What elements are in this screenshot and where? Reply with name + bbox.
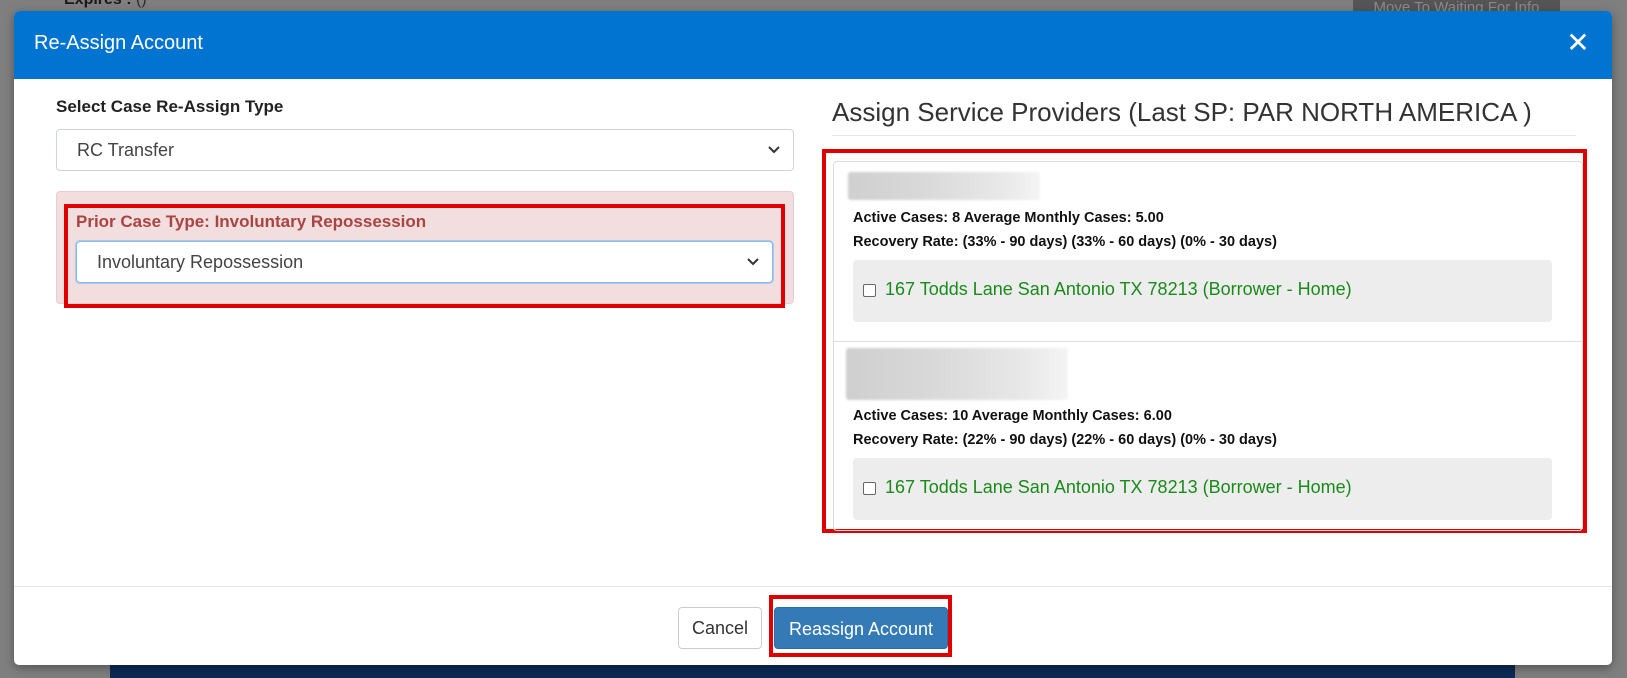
address-label: 167 Todds Lane San Antonio TX 78213 (Bor… (885, 477, 1352, 497)
modal-header: Re-Assign Account ✕ (14, 11, 1612, 79)
provider-name-blurred (846, 348, 1068, 400)
background-bar (110, 664, 1515, 678)
close-icon[interactable]: ✕ (1564, 25, 1592, 61)
reassign-type-label: Select Case Re-Assign Type (56, 97, 284, 116)
address-option[interactable]: 167 Todds Lane San Antonio TX 78213 (Bor… (853, 260, 1552, 322)
address-label: 167 Todds Lane San Antonio TX 78213 (Bor… (885, 279, 1352, 299)
service-provider-item: Active Cases: 8 Average Monthly Cases: 5… (834, 162, 1582, 342)
provider-stats: Active Cases: 8 Average Monthly Cases: 5… (853, 210, 1164, 226)
cancel-button[interactable]: Cancel (678, 607, 762, 649)
expires-label-text: Expires : (64, 0, 132, 8)
provider-recovery-rate: Recovery Rate: (22% - 90 days) (22% - 60… (853, 432, 1277, 448)
prior-case-select[interactable]: Involuntary Repossession (76, 241, 773, 283)
service-provider-item: Active Cases: 10 Average Monthly Cases: … (834, 342, 1582, 530)
service-providers-title: Assign Service Providers (Last SP: PAR N… (832, 97, 1532, 127)
address-checkbox[interactable] (863, 482, 876, 495)
service-provider-list[interactable]: Active Cases: 8 Average Monthly Cases: 5… (833, 161, 1583, 531)
reassign-type-select[interactable]: RC Transfer (56, 129, 794, 171)
address-checkbox[interactable] (863, 284, 876, 297)
footer-divider (14, 586, 1612, 587)
prior-case-value: Involuntary Repossession (97, 252, 304, 272)
modal-title: Re-Assign Account (34, 32, 203, 54)
provider-recovery-rate: Recovery Rate: (33% - 90 days) (33% - 60… (853, 234, 1277, 250)
expires-value: () (136, 0, 147, 8)
reassign-account-modal: Re-Assign Account ✕ Select Case Re-Assig… (14, 11, 1612, 665)
address-option[interactable]: 167 Todds Lane San Antonio TX 78213 (Bor… (853, 458, 1552, 520)
reassign-account-button[interactable]: Reassign Account (774, 607, 948, 649)
provider-name-blurred (848, 172, 1040, 200)
prior-case-label: Prior Case Type: Involuntary Repossessio… (76, 212, 427, 231)
chevron-down-icon (768, 146, 780, 154)
divider (832, 135, 1576, 136)
expires-label: Expires : () (64, 0, 147, 9)
provider-stats: Active Cases: 10 Average Monthly Cases: … (853, 408, 1172, 424)
reassign-type-value: RC Transfer (77, 140, 175, 160)
chevron-down-icon (747, 258, 759, 266)
